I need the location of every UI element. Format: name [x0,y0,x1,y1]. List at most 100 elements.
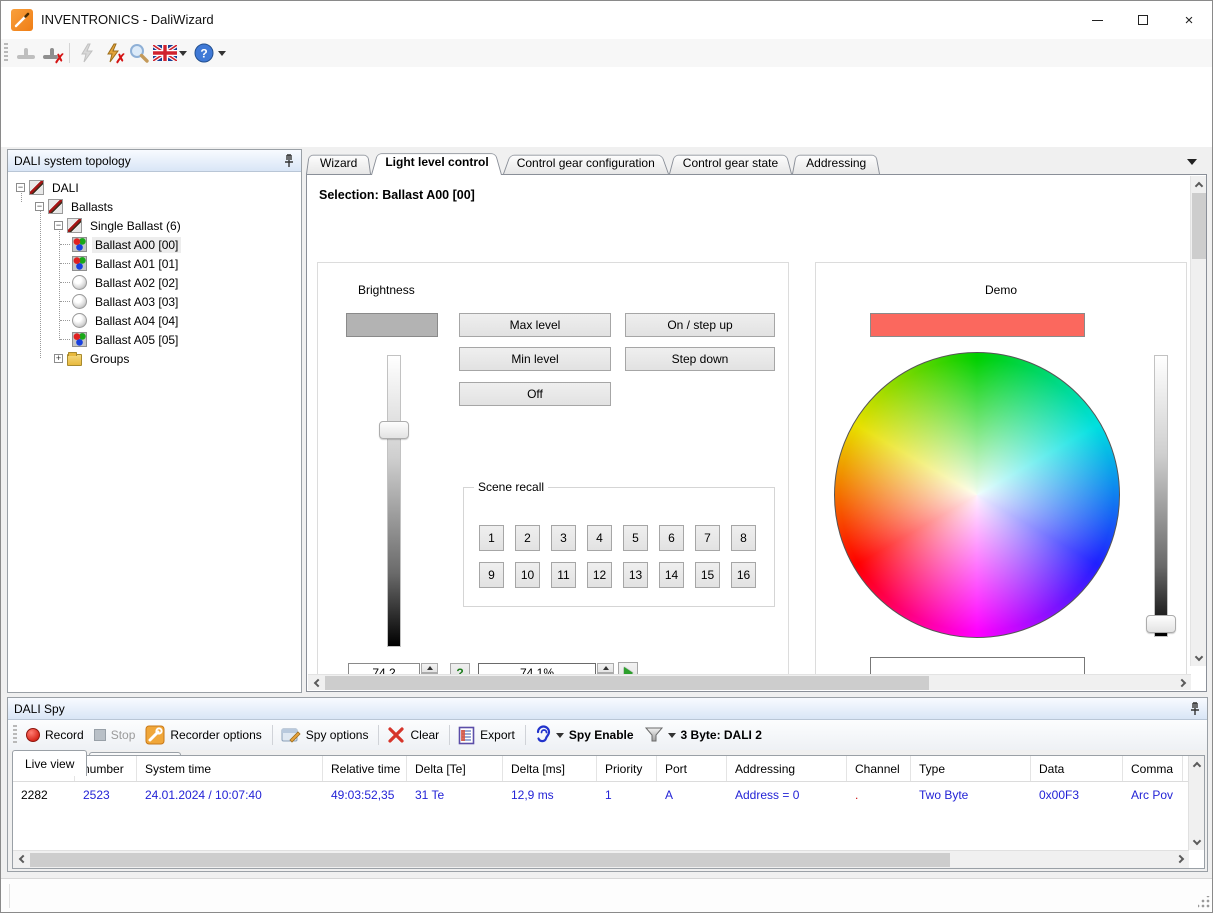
resize-grip-icon[interactable] [1198,896,1210,908]
brightness-slider-thumb[interactable] [379,421,409,439]
stop-button[interactable]: Stop [94,728,136,742]
scene-button-2[interactable]: 2 [515,525,540,551]
tab-wizard[interactable]: Wizard [306,153,371,174]
scene-button-9[interactable]: 9 [479,562,504,588]
maximize-button[interactable] [1120,1,1166,39]
connect-icon[interactable] [13,41,39,65]
recorder-options-button[interactable]: Recorder options [145,725,261,745]
tab-light-level-control[interactable]: Light level control [371,151,502,174]
column-header[interactable]: Channel [847,756,911,781]
tab-live-view[interactable]: Live view [12,750,87,776]
export-button[interactable]: Export [458,726,515,745]
toolbar-grip[interactable] [4,43,8,63]
demo-slider-thumb[interactable] [1146,615,1176,633]
column-header[interactable]: Data [1031,756,1123,781]
color-wheel[interactable] [834,352,1120,638]
scroll-down-icon[interactable] [1189,834,1205,850]
scene-button-14[interactable]: 14 [659,562,684,588]
tab-list-dropdown-icon[interactable] [1187,159,1197,165]
disconnect-icon[interactable]: ✗ [39,41,65,65]
tree-item-ballast-a04[interactable]: Ballast A04 [04] [60,311,181,330]
flash-off-icon[interactable]: ✗ [100,41,126,65]
max-level-button[interactable]: Max level [459,313,611,337]
expand-icon[interactable]: + [54,354,63,363]
column-header[interactable]: Relative time [323,756,407,781]
collapse-icon[interactable]: − [54,221,63,230]
scroll-left-icon[interactable] [13,851,29,867]
tree-item-ballast-a02[interactable]: Ballast A02 [02] [60,273,181,292]
spy-enable-button[interactable]: Spy Enable [534,725,634,745]
scene-button-7[interactable]: 7 [695,525,720,551]
scene-button-4[interactable]: 4 [587,525,612,551]
main-horizontal-scrollbar[interactable] [308,674,1191,690]
scene-button-13[interactable]: 13 [623,562,648,588]
language-dropdown-icon[interactable] [179,51,187,56]
scene-button-3[interactable]: 3 [551,525,576,551]
column-header[interactable]: Addressing [727,756,847,781]
collapse-icon[interactable]: − [16,183,25,192]
tab-control-gear-configuration[interactable]: Control gear configuration [503,153,669,174]
table-row[interactable]: 2282 2523 24.01.2024 / 10:07:40 49:03:52… [13,782,1204,808]
minimize-button[interactable] [1074,1,1120,39]
scene-button-15[interactable]: 15 [695,562,720,588]
scroll-left-icon[interactable] [308,675,324,691]
demo-slider-track[interactable] [1154,355,1168,637]
tree-item-ballast-a01[interactable]: Ballast A01 [01] [60,254,181,273]
tree-item-ballast-a00[interactable]: Ballast A00 [00] [60,235,181,254]
tree-item-ballasts[interactable]: − Ballasts [35,197,116,216]
search-icon[interactable] [126,41,152,65]
column-header[interactable]: System time [137,756,323,781]
min-level-button[interactable]: Min level [459,347,611,371]
record-button[interactable]: Record [26,728,84,742]
tree-item-single-ballast[interactable]: − Single Ballast (6) [54,216,184,235]
close-button[interactable]: × [1166,1,1212,39]
tab-addressing[interactable]: Addressing [792,153,880,174]
column-header[interactable]: Type [911,756,1031,781]
spy-vertical-scrollbar[interactable] [1188,756,1204,850]
column-header[interactable]: Priority [597,756,657,781]
scroll-right-icon[interactable] [1175,675,1191,691]
scrollbar-thumb[interactable] [30,853,950,867]
filter-button[interactable]: 3 Byte: DALI 2 [644,726,762,744]
toolbar-grip[interactable] [13,725,17,745]
scene-button-8[interactable]: 8 [731,525,756,551]
scroll-down-icon[interactable] [1191,650,1207,666]
scrollbar-thumb[interactable] [1192,193,1206,259]
scene-button-5[interactable]: 5 [623,525,648,551]
tree-item-ballast-a03[interactable]: Ballast A03 [03] [60,292,181,311]
clear-button[interactable]: Clear [387,726,439,744]
tree-item-ballast-a05[interactable]: Ballast A05 [05] [60,330,181,349]
column-header[interactable]: Port [657,756,727,781]
pin-icon[interactable] [1189,702,1201,716]
help-dropdown-icon[interactable] [218,51,226,56]
tree-item-dali[interactable]: − DALI [16,178,82,197]
filter-dropdown-icon[interactable] [668,733,676,738]
off-button[interactable]: Off [459,382,611,406]
spy-horizontal-scrollbar[interactable] [13,850,1189,868]
scene-button-12[interactable]: 12 [587,562,612,588]
scroll-right-icon[interactable] [1173,851,1189,867]
brightness-slider-track[interactable] [387,355,401,647]
main-vertical-scrollbar[interactable] [1190,176,1206,666]
scene-button-6[interactable]: 6 [659,525,684,551]
scene-button-11[interactable]: 11 [551,562,576,588]
spy-enable-dropdown-icon[interactable] [556,733,564,738]
collapse-icon[interactable]: − [35,202,44,211]
scroll-up-icon[interactable] [1191,176,1207,192]
tab-control-gear-state[interactable]: Control gear state [669,153,792,174]
step-down-button[interactable]: Step down [625,347,775,371]
flash-icon[interactable] [74,41,100,65]
help-icon[interactable]: ? [191,41,217,65]
column-header[interactable]: Comma [1123,756,1183,781]
column-header[interactable]: Delta [ms] [503,756,597,781]
spy-options-button[interactable]: Spy options [281,726,369,744]
on-step-up-button[interactable]: On / step up [625,313,775,337]
scrollbar-thumb[interactable] [325,676,929,690]
column-header[interactable]: Delta [Te] [407,756,503,781]
pin-icon[interactable] [283,154,295,168]
scroll-up-icon[interactable] [1189,756,1205,772]
scene-button-1[interactable]: 1 [479,525,504,551]
scene-button-16[interactable]: 16 [731,562,756,588]
tree-item-groups[interactable]: + Groups [54,349,132,368]
scene-button-10[interactable]: 10 [515,562,540,588]
